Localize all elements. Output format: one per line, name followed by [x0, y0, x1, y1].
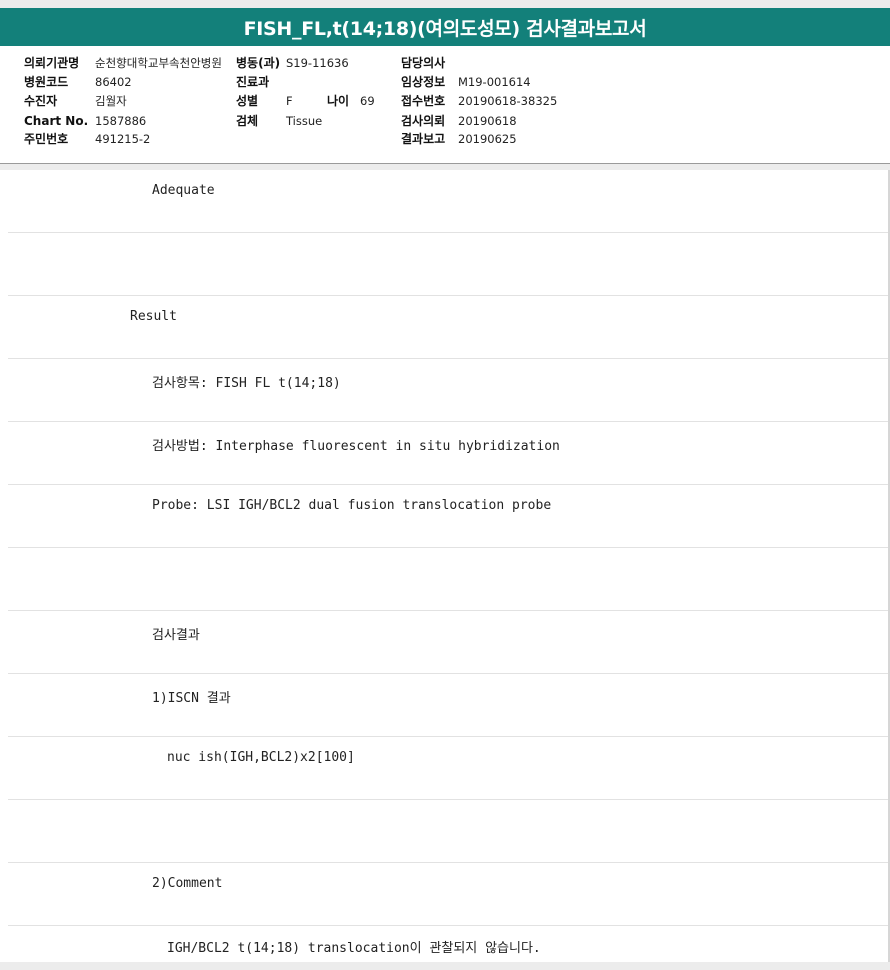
- resident-id-value: 491215-2: [95, 132, 151, 146]
- report-line: 검사방법: Interphase fluorescent in situ hyb…: [0, 422, 890, 485]
- patient-value: 김월자: [95, 94, 127, 108]
- report-line: Result: [0, 296, 890, 359]
- institution-value: 순천향대학교부속천안병원: [95, 56, 222, 70]
- report-line: IGH/BCL2 t(14;18) translocation이 관찰되지 않습…: [0, 926, 890, 962]
- report-line: Adequate: [0, 170, 890, 233]
- report-line: [0, 548, 890, 611]
- title-bar: FISH_FL,t(14;18)(여의도성모) 검사결과보고서: [0, 8, 890, 46]
- report-line: Probe: LSI IGH/BCL2 dual fusion transloc…: [0, 485, 890, 548]
- patient-label: 수진자: [24, 94, 58, 108]
- chart-no-label: Chart No.: [24, 114, 89, 128]
- info-row: Chart No. 1587886 검체 Tissue 검사의뢰 2019061…: [0, 112, 890, 130]
- report-line: nuc ish(IGH,BCL2)x2[100]: [0, 737, 890, 800]
- ward-value: S19-11636: [286, 56, 349, 70]
- hospital-code-label: 병원코드: [24, 75, 69, 89]
- report-line-text: 검사결과: [152, 628, 200, 643]
- report-line-text: Result: [130, 309, 177, 324]
- info-row: 의뢰기관명 순천향대학교부속천안병원 병동(과) S19-11636 담당의사: [0, 54, 890, 72]
- report-line-text: nuc ish(IGH,BCL2)x2[100]: [167, 750, 355, 765]
- report-page: FISH_FL,t(14;18)(여의도성모) 검사결과보고서 의뢰기관명 순천…: [0, 0, 890, 970]
- institution-label: 의뢰기관명: [24, 56, 80, 70]
- dept-label: 진료과: [236, 75, 270, 89]
- report-date-label: 결과보고: [401, 132, 446, 146]
- report-body: Adequate Result 검사항목: FISH FL t(14;18) 검…: [0, 170, 890, 962]
- report-line-text: 검사방법: Interphase fluorescent in situ hyb…: [152, 439, 560, 454]
- sex-label: 성별: [236, 94, 259, 108]
- age-value: 69: [360, 94, 375, 108]
- info-row: 주민번호 491215-2 결과보고 20190625: [0, 130, 890, 148]
- patient-info-panel: 의뢰기관명 순천향대학교부속천안병원 병동(과) S19-11636 담당의사 …: [0, 46, 890, 164]
- doctor-label: 담당의사: [401, 56, 446, 70]
- report-line: [0, 800, 890, 863]
- request-date-label: 검사의뢰: [401, 114, 446, 128]
- info-row: 병원코드 86402 진료과 임상정보 M19-001614: [0, 73, 890, 91]
- report-line-text: Adequate: [152, 183, 215, 198]
- report-line: 검사결과: [0, 611, 890, 674]
- clinical-label: 임상정보: [401, 75, 446, 89]
- info-row: 수진자 김월자 성별 F 나이 69 접수번호 20190618-38325: [0, 92, 890, 110]
- report-title: FISH_FL,t(14;18)(여의도성모) 검사결과보고서: [243, 17, 647, 40]
- report-line-text: 검사항목: FISH FL t(14;18): [152, 376, 341, 391]
- resident-id-label: 주민번호: [24, 132, 69, 146]
- sex-value: F: [286, 94, 293, 108]
- report-date-value: 20190625: [458, 132, 517, 146]
- age-label: 나이: [327, 94, 350, 108]
- report-line-text: Probe: LSI IGH/BCL2 dual fusion transloc…: [152, 498, 552, 513]
- clinical-value: M19-001614: [458, 75, 531, 89]
- specimen-value: Tissue: [286, 114, 323, 128]
- request-date-value: 20190618: [458, 114, 517, 128]
- receipt-value: 20190618-38325: [458, 94, 558, 108]
- hospital-code-value: 86402: [95, 75, 132, 89]
- ward-label: 병동(과): [236, 56, 281, 70]
- report-line: 검사항목: FISH FL t(14;18): [0, 359, 890, 422]
- report-line-text: 2)Comment: [152, 876, 223, 891]
- specimen-label: 검체: [236, 114, 259, 128]
- report-line: 2)Comment: [0, 863, 890, 926]
- report-line: [0, 233, 890, 296]
- report-line-text: 1)ISCN 결과: [152, 691, 231, 706]
- report-line: 1)ISCN 결과: [0, 674, 890, 737]
- report-line-text: IGH/BCL2 t(14;18) translocation이 관찰되지 않습…: [167, 941, 541, 956]
- receipt-label: 접수번호: [401, 94, 446, 108]
- chart-no-value: 1587886: [95, 114, 147, 128]
